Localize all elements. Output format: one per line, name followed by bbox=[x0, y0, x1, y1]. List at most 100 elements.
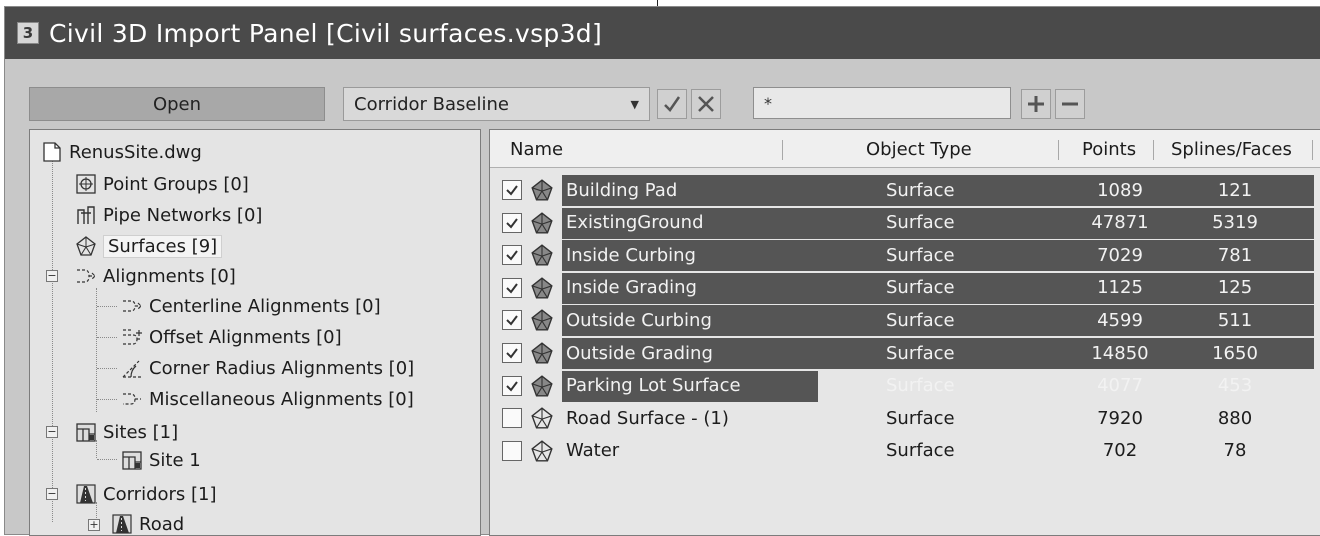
column-divider[interactable] bbox=[782, 140, 783, 160]
tree-item-point-groups[interactable]: Point Groups [0] bbox=[74, 170, 249, 198]
tree-root-file[interactable]: RenusSite.dwg bbox=[40, 138, 202, 166]
tree-item-corridors[interactable]: Corridors [1] bbox=[74, 480, 217, 508]
cell-object-type: Surface bbox=[886, 440, 955, 462]
cell-splines-faces: 125 bbox=[1217, 277, 1253, 299]
filter-input[interactable] bbox=[753, 87, 1011, 119]
cell-object-type: Surface bbox=[886, 212, 955, 234]
column-header-name[interactable]: Name bbox=[510, 130, 563, 168]
cell-splines-faces: 880 bbox=[1217, 407, 1253, 429]
table-row[interactable]: Outside Curbing Surface 4599 511 bbox=[490, 304, 1320, 337]
surface-icon bbox=[531, 374, 553, 397]
point-groups-icon bbox=[74, 172, 98, 196]
tree-item-label: Alignments [0] bbox=[103, 265, 236, 287]
cell-object-type: Surface bbox=[886, 244, 955, 266]
tree-item-sites[interactable]: Sites [1] bbox=[74, 418, 178, 446]
column-header-object-type[interactable]: Object Type bbox=[866, 130, 972, 168]
import-panel-window: 3 Civil 3D Import Panel [Civil surfaces.… bbox=[0, 0, 1320, 536]
row-checkbox[interactable] bbox=[502, 245, 522, 266]
x-icon[interactable] bbox=[691, 89, 721, 119]
object-tree: RenusSite.dwg Point Groups [0] Pipe Netw… bbox=[29, 129, 481, 536]
table-row[interactable]: Parking Lot Surface Surface 4077 453 bbox=[490, 370, 1320, 402]
cell-object-type: Surface bbox=[886, 375, 955, 397]
table-row[interactable]: Building Pad Surface 1089 121 bbox=[490, 174, 1320, 206]
tree-connector bbox=[97, 399, 117, 400]
cell-splines-faces: 781 bbox=[1217, 244, 1253, 266]
tree-item-label: Point Groups [0] bbox=[103, 173, 249, 195]
tree-item-surfaces[interactable]: Surfaces [9] bbox=[74, 232, 223, 260]
row-checkbox[interactable] bbox=[502, 277, 522, 298]
check-icon[interactable] bbox=[657, 89, 687, 119]
cell-points: 1125 bbox=[1097, 277, 1143, 299]
column-divider[interactable] bbox=[1153, 140, 1154, 160]
tree-connector bbox=[97, 459, 117, 460]
row-checkbox[interactable] bbox=[502, 180, 522, 200]
tree-item-label: Corner Radius Alignments [0] bbox=[149, 357, 415, 379]
surface-icon bbox=[531, 342, 553, 364]
tree-item-offset-alignments[interactable]: Offset Alignments [0] bbox=[120, 323, 342, 351]
surface-icon bbox=[531, 407, 553, 429]
row-checkbox[interactable] bbox=[502, 212, 522, 233]
tree-item-corner-radius-alignments[interactable]: Corner Radius Alignments [0] bbox=[120, 354, 414, 382]
tree-item-label: Surfaces [9] bbox=[103, 234, 223, 258]
centerline-alignment-icon bbox=[120, 294, 144, 318]
cell-name: Water bbox=[566, 440, 620, 462]
cell-name: Outside Curbing bbox=[566, 309, 712, 331]
cell-splines-faces: 5319 bbox=[1212, 212, 1258, 234]
corridor-road-icon bbox=[110, 512, 134, 535]
row-checkbox[interactable] bbox=[502, 440, 522, 461]
corridors-icon bbox=[74, 482, 98, 506]
cell-name: Building Pad bbox=[566, 179, 678, 201]
cell-points: 7920 bbox=[1097, 407, 1143, 429]
toolbar: Open Corridor Baseline ▼ bbox=[5, 59, 1320, 129]
tree-item-site-1[interactable]: Site 1 bbox=[120, 446, 201, 474]
tree-item-label: Sites [1] bbox=[103, 421, 179, 443]
tree-item-road[interactable]: Road bbox=[110, 510, 184, 535]
row-checkbox[interactable] bbox=[502, 310, 522, 331]
tree-item-centerline-alignments[interactable]: Centerline Alignments [0] bbox=[120, 292, 381, 320]
table-row[interactable]: ExistingGround Surface 47871 5319 bbox=[490, 207, 1320, 239]
column-header-points[interactable]: Points bbox=[1082, 130, 1136, 168]
tree-item-label: Miscellaneous Alignments [0] bbox=[149, 388, 414, 410]
open-button[interactable]: Open bbox=[29, 87, 325, 121]
tree-connector bbox=[52, 160, 53, 522]
table-row[interactable]: Outside Grading Surface 14850 1650 bbox=[490, 337, 1320, 369]
title-bar[interactable]: 3 Civil 3D Import Panel [Civil surfaces.… bbox=[5, 7, 1320, 59]
tree-item-label: Corridors [1] bbox=[103, 483, 217, 505]
cell-points: 4077 bbox=[1097, 375, 1143, 397]
column-divider[interactable] bbox=[1312, 140, 1313, 160]
column-header-splines-faces[interactable]: Splines/Faces bbox=[1171, 130, 1292, 168]
row-checkbox[interactable] bbox=[502, 343, 522, 363]
file-icon bbox=[40, 140, 64, 164]
table-row[interactable]: Water Surface 702 78 bbox=[490, 435, 1320, 467]
cell-splines-faces: 121 bbox=[1217, 179, 1253, 201]
row-checkbox[interactable] bbox=[502, 375, 522, 396]
tree-item-pipe-networks[interactable]: Pipe Networks [0] bbox=[74, 201, 262, 229]
cell-points: 7029 bbox=[1097, 244, 1143, 266]
app-icon: 3 bbox=[17, 22, 39, 44]
table-row[interactable]: Inside Curbing Surface 7029 781 bbox=[490, 239, 1320, 272]
minus-icon[interactable] bbox=[1055, 89, 1085, 119]
surface-icon bbox=[531, 440, 553, 462]
column-divider[interactable] bbox=[1058, 140, 1059, 160]
baseline-dropdown[interactable]: Corridor Baseline ▼ bbox=[343, 87, 650, 121]
tree-item-label: Centerline Alignments [0] bbox=[149, 295, 381, 317]
surface-icon bbox=[531, 179, 553, 201]
window-title: Civil 3D Import Panel [Civil surfaces.vs… bbox=[49, 18, 603, 48]
collapse-alignments-icon[interactable]: − bbox=[46, 270, 58, 282]
pipe-networks-icon bbox=[74, 203, 98, 227]
table-row[interactable]: Inside Grading Surface 1125 125 bbox=[490, 272, 1320, 304]
tree-item-label: Pipe Networks [0] bbox=[103, 204, 263, 226]
cell-name: Inside Grading bbox=[566, 277, 697, 299]
tree-item-misc-alignments[interactable]: Miscellaneous Alignments [0] bbox=[120, 385, 414, 413]
corner-radius-alignment-icon bbox=[120, 356, 144, 380]
cell-object-type: Surface bbox=[886, 277, 955, 299]
collapse-sites-icon[interactable]: − bbox=[46, 426, 58, 438]
expand-road-icon[interactable]: + bbox=[88, 519, 100, 531]
table-row[interactable]: Road Surface - (1) Surface 7920 880 bbox=[490, 402, 1320, 434]
row-checkbox[interactable] bbox=[502, 408, 522, 429]
cell-points: 1089 bbox=[1097, 179, 1143, 201]
collapse-corridors-icon[interactable]: − bbox=[46, 488, 58, 500]
tree-item-alignments[interactable]: Alignments [0] bbox=[74, 262, 236, 290]
objects-table: Name Object Type Points Splines/Faces Bu… bbox=[489, 129, 1320, 536]
plus-icon[interactable] bbox=[1021, 89, 1051, 119]
